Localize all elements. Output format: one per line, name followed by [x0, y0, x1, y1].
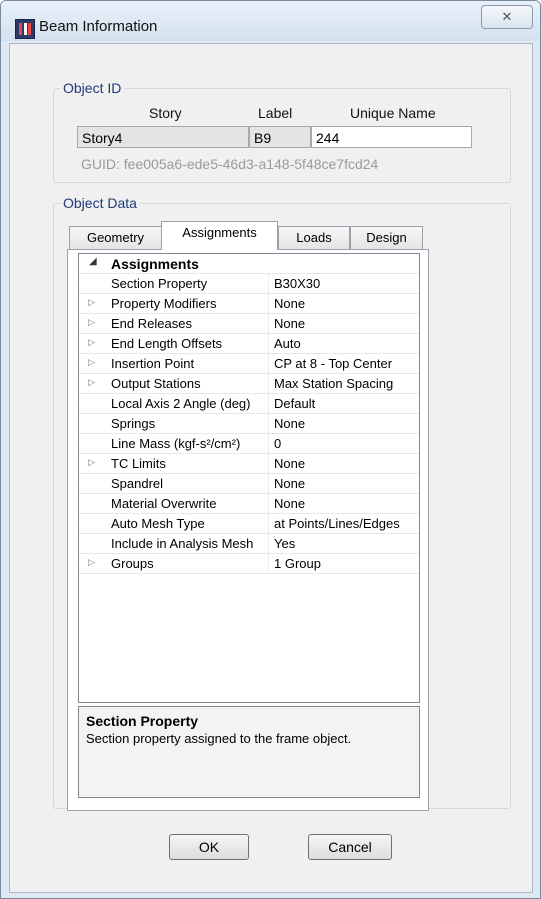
- expand-triangle-icon[interactable]: ▷: [88, 377, 95, 388]
- property-value[interactable]: None: [274, 476, 305, 491]
- property-name: Groups: [111, 556, 154, 571]
- column-separator: [268, 374, 269, 393]
- property-name: Material Overwrite: [111, 496, 217, 511]
- column-separator: [268, 394, 269, 413]
- object-id-legend: Object ID: [60, 80, 125, 96]
- expand-triangle-icon[interactable]: ▷: [88, 457, 95, 468]
- property-row[interactable]: ▷ Property Modifiers None: [79, 294, 419, 314]
- expand-triangle-icon[interactable]: ▷: [88, 297, 95, 308]
- property-value[interactable]: Yes: [274, 536, 295, 551]
- property-value[interactable]: 0: [274, 436, 281, 451]
- description-panel: Section Property Section property assign…: [78, 706, 420, 798]
- column-separator: [268, 434, 269, 453]
- expand-triangle-icon[interactable]: ▷: [88, 557, 95, 568]
- tab-geometry[interactable]: Geometry: [69, 226, 162, 249]
- property-value[interactable]: B30X30: [274, 276, 320, 291]
- column-separator: [268, 314, 269, 333]
- property-row[interactable]: Auto Mesh Type at Points/Lines/Edges: [79, 514, 419, 534]
- property-name: Property Modifiers: [111, 296, 217, 311]
- guid-text: GUID: fee005a6-ede5-46d3-a148-5f48ce7fcd…: [81, 156, 379, 172]
- object-data-legend: Object Data: [60, 195, 140, 211]
- tab-assignments[interactable]: Assignments: [161, 221, 278, 250]
- column-separator: [268, 294, 269, 313]
- property-name: Auto Mesh Type: [111, 516, 205, 531]
- property-row[interactable]: ▷ Output Stations Max Station Spacing: [79, 374, 419, 394]
- property-value[interactable]: Max Station Spacing: [274, 376, 393, 391]
- title-bar[interactable]: Beam Information ✕: [1, 1, 540, 41]
- column-separator: [268, 454, 269, 473]
- property-row[interactable]: Spandrel None: [79, 474, 419, 494]
- column-separator: [268, 474, 269, 493]
- property-name: Insertion Point: [111, 356, 195, 371]
- close-button[interactable]: ✕: [481, 5, 533, 29]
- expand-triangle-icon[interactable]: ▷: [88, 337, 95, 348]
- ok-button[interactable]: OK: [169, 834, 249, 860]
- property-name: Springs: [111, 416, 156, 431]
- property-name: Section Property: [111, 276, 208, 291]
- expand-triangle-icon[interactable]: ▷: [88, 317, 95, 328]
- window-title: Beam Information: [39, 18, 158, 35]
- category-label: Assignments: [111, 256, 199, 272]
- beam-information-dialog: Beam Information ✕ Object ID Story Label…: [0, 0, 541, 899]
- property-row[interactable]: Material Overwrite None: [79, 494, 419, 514]
- app-icon: [15, 19, 35, 39]
- property-value[interactable]: None: [274, 416, 305, 431]
- column-separator: [268, 514, 269, 533]
- property-value[interactable]: None: [274, 296, 305, 311]
- category-row-assignments[interactable]: ◢ Assignments: [79, 254, 419, 274]
- property-name: End Length Offsets: [111, 336, 223, 351]
- column-separator: [268, 354, 269, 373]
- label-field: B9: [249, 126, 311, 148]
- column-separator: [268, 554, 269, 573]
- property-name: Include in Analysis Mesh: [111, 536, 254, 551]
- cancel-button[interactable]: Cancel: [308, 834, 392, 860]
- property-name: TC Limits: [111, 456, 166, 471]
- property-row[interactable]: ▷ End Releases None: [79, 314, 419, 334]
- property-row[interactable]: ▷ End Length Offsets Auto: [79, 334, 419, 354]
- property-grid[interactable]: ◢ Assignments Section Property B30X30 ▷ Pro…: [78, 253, 420, 703]
- column-separator: [268, 494, 269, 513]
- column-separator: [268, 274, 269, 293]
- close-icon: ✕: [501, 9, 513, 24]
- property-name: Line Mass (kgf-s²/cm²): [111, 436, 241, 451]
- property-name: Spandrel: [111, 476, 164, 491]
- column-separator: [268, 334, 269, 353]
- description-text: Section property assigned to the frame o…: [86, 731, 352, 746]
- property-row[interactable]: ▷ TC Limits None: [79, 454, 419, 474]
- unique-name-field[interactable]: 244: [311, 126, 472, 148]
- expand-triangle-icon[interactable]: ▷: [88, 357, 95, 368]
- property-row[interactable]: Include in Analysis Mesh Yes: [79, 534, 419, 554]
- description-title: Section Property: [86, 713, 199, 729]
- property-row[interactable]: Local Axis 2 Angle (deg) Default: [79, 394, 419, 414]
- property-row[interactable]: ▷ Insertion Point CP at 8 - Top Center: [79, 354, 419, 374]
- tab-loads[interactable]: Loads: [278, 226, 350, 249]
- property-value[interactable]: None: [274, 456, 305, 471]
- property-row[interactable]: Section Property B30X30: [79, 274, 419, 294]
- property-value[interactable]: None: [274, 316, 305, 331]
- property-row[interactable]: Line Mass (kgf-s²/cm²) 0: [79, 434, 419, 454]
- property-value[interactable]: Default: [274, 396, 315, 411]
- property-name: Local Axis 2 Angle (deg): [111, 396, 251, 411]
- property-value[interactable]: Auto: [274, 336, 301, 351]
- property-row[interactable]: ▷ Groups 1 Group: [79, 554, 419, 574]
- property-value[interactable]: at Points/Lines/Edges: [274, 516, 400, 531]
- label-header: Label: [258, 105, 293, 121]
- property-value[interactable]: None: [274, 496, 305, 511]
- story-field: Story4: [77, 126, 249, 148]
- collapse-triangle-icon[interactable]: ◢: [89, 256, 97, 267]
- property-row[interactable]: Springs None: [79, 414, 419, 434]
- property-name: Output Stations: [111, 376, 201, 391]
- property-value[interactable]: CP at 8 - Top Center: [274, 356, 392, 371]
- property-name: End Releases: [111, 316, 192, 331]
- column-separator: [268, 534, 269, 553]
- story-header: Story: [149, 105, 182, 121]
- column-separator: [268, 414, 269, 433]
- unique-name-header: Unique Name: [350, 105, 436, 121]
- property-value[interactable]: 1 Group: [274, 556, 321, 571]
- tab-design[interactable]: Design: [350, 226, 423, 249]
